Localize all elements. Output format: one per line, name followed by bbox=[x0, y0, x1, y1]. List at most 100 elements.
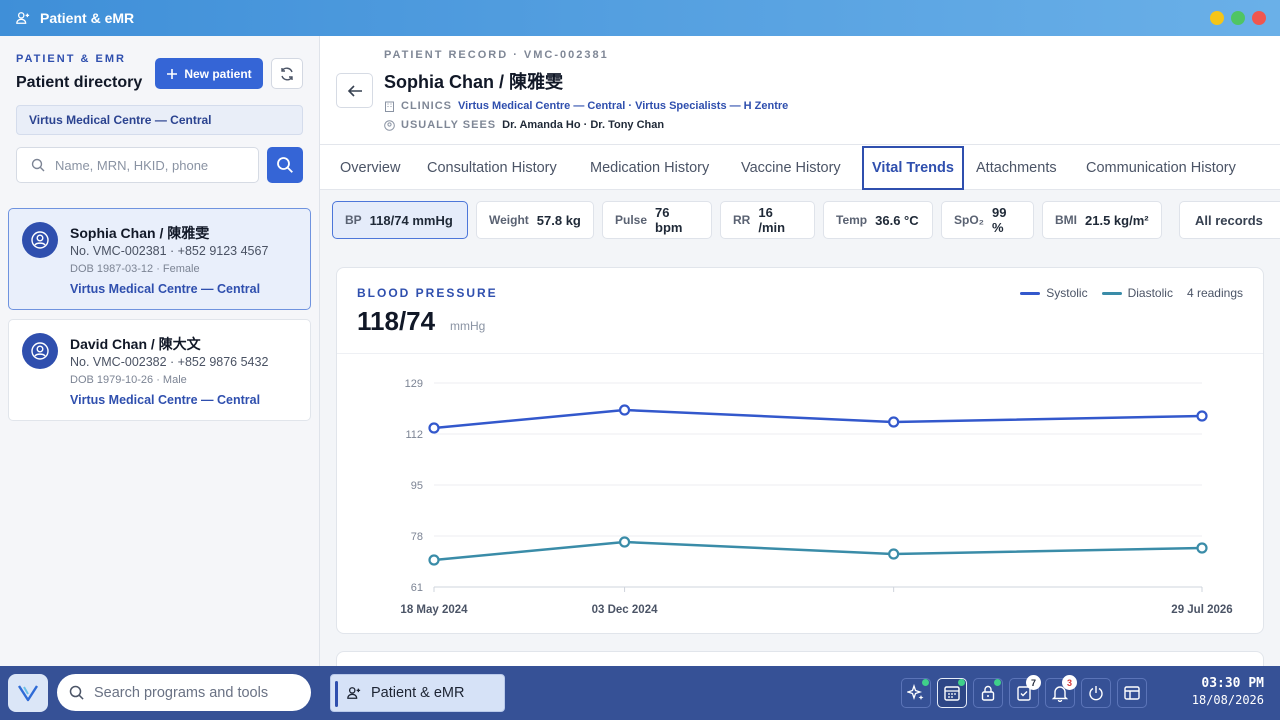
power-icon bbox=[1089, 686, 1103, 701]
tab-overview[interactable]: Overview bbox=[332, 145, 408, 190]
vital-label: Pulse bbox=[615, 213, 648, 227]
tray-lock[interactable] bbox=[970, 673, 1006, 713]
sidebar-kicker: PATIENT & EMR bbox=[16, 53, 126, 65]
window-title: Patient & eMR bbox=[40, 10, 135, 26]
taskbar-app-patient-emr[interactable]: Patient & eMR bbox=[330, 674, 505, 712]
patient-meta: No. VMC-002382 · +852 9876 5432 bbox=[70, 355, 269, 369]
taskbar-search[interactable] bbox=[57, 674, 311, 711]
x-tick-label: 18 May 2024 bbox=[400, 604, 468, 616]
data-point-systolic bbox=[1196, 410, 1208, 422]
taskbar-app-label: Patient & eMR bbox=[371, 685, 465, 701]
vital-value: 57.8 kg bbox=[536, 212, 581, 228]
legend-swatch-diastolic bbox=[1101, 291, 1122, 295]
record-header: PATIENT RECORD · VMC-002381 Sophia Chan … bbox=[320, 36, 1280, 144]
patient-app-icon bbox=[347, 687, 361, 699]
clinics-row: CLINICS Virtus Medical Centre — Central … bbox=[384, 100, 788, 112]
records-range-label: All records bbox=[1195, 212, 1263, 228]
clock-date: 18/08/2026 bbox=[1191, 693, 1264, 707]
card-divider bbox=[337, 353, 1263, 354]
vital-chip-spo2[interactable]: SpO₂ 99 % bbox=[941, 201, 1034, 239]
tab-medication-history[interactable]: Medication History bbox=[582, 145, 717, 190]
tray-tasks[interactable]: 7 bbox=[1006, 673, 1042, 713]
patient-search-input[interactable] bbox=[55, 157, 245, 173]
search-icon bbox=[277, 157, 293, 173]
tab-attachments[interactable]: Attachments bbox=[968, 145, 1065, 190]
clinic-selector[interactable]: Virtus Medical Centre — Central bbox=[16, 105, 303, 135]
tab-consultation-history[interactable]: Consultation History bbox=[419, 145, 565, 190]
vital-chip-weight[interactable]: Weight 57.8 kg bbox=[476, 201, 594, 239]
y-tick-label: 129 bbox=[405, 378, 423, 390]
clinics-label: CLINICS bbox=[401, 100, 452, 112]
record-tabs: Overview Consultation History Medication… bbox=[320, 144, 1280, 190]
status-dot bbox=[922, 679, 929, 686]
vital-value: 16 /min bbox=[758, 205, 786, 235]
patient-app-icon bbox=[16, 12, 30, 24]
y-tick-label: 95 bbox=[411, 480, 423, 492]
y-tick-label: 61 bbox=[411, 582, 423, 594]
vital-chip-bp[interactable]: BP 118/74 mmHg bbox=[332, 201, 468, 239]
vital-value: 36.6 °C bbox=[875, 212, 919, 228]
alerts-badge: 3 bbox=[1062, 675, 1077, 690]
sidebar-title: Patient directory bbox=[16, 74, 143, 91]
vital-label: BP bbox=[345, 213, 362, 227]
tab-communication-history[interactable]: Communication History bbox=[1078, 145, 1244, 190]
vital-chip-bmi[interactable]: BMI 21.5 kg/m² bbox=[1042, 201, 1162, 239]
minimize-button[interactable] bbox=[1210, 11, 1224, 25]
data-point-systolic bbox=[888, 416, 900, 428]
data-point-systolic bbox=[618, 404, 631, 416]
user-icon bbox=[31, 342, 49, 360]
search-icon bbox=[69, 685, 84, 700]
vital-value: 76 bpm bbox=[655, 205, 683, 235]
patient-card[interactable]: Sophia Chan / 陳雅雯 No. VMC-002381 · +852 … bbox=[8, 208, 311, 310]
vital-label: RR bbox=[733, 213, 751, 227]
record-label: PATIENT RECORD · VMC-002381 bbox=[384, 49, 609, 61]
patient-search-box[interactable] bbox=[16, 147, 259, 183]
calendar-icon bbox=[944, 686, 960, 701]
new-patient-button[interactable]: New patient bbox=[155, 58, 263, 89]
window-layout-icon bbox=[1124, 686, 1140, 700]
back-button[interactable] bbox=[336, 73, 373, 108]
chart-title: BLOOD PRESSURE bbox=[357, 286, 498, 300]
data-point-diastolic bbox=[888, 548, 900, 560]
legend-swatch-systolic bbox=[1020, 291, 1041, 295]
status-dot bbox=[994, 679, 1001, 686]
vital-label: Temp bbox=[836, 213, 868, 227]
tray-power[interactable] bbox=[1078, 673, 1114, 713]
tray-calendar[interactable] bbox=[934, 673, 970, 713]
patient-clinic: Virtus Medical Centre — Central bbox=[70, 282, 261, 296]
refresh-button[interactable] bbox=[271, 58, 303, 89]
y-tick-label: 112 bbox=[405, 429, 423, 441]
taskbar-clock[interactable]: 03:30 PM 18/08/2026 bbox=[1192, 676, 1264, 707]
avatar bbox=[22, 222, 58, 258]
usually-sees-label: USUALLY SEES bbox=[401, 119, 497, 131]
close-button[interactable] bbox=[1252, 11, 1266, 25]
plus-icon bbox=[167, 68, 178, 79]
status-dot bbox=[958, 679, 965, 686]
arrow-left-icon bbox=[347, 84, 362, 97]
patient-card[interactable]: David Chan / 陳大文 No. VMC-002382 · +852 9… bbox=[8, 319, 311, 421]
readings-count: 4 readings bbox=[1186, 286, 1243, 300]
tab-vaccine-history[interactable]: Vaccine History bbox=[733, 145, 849, 190]
search-button[interactable] bbox=[267, 147, 303, 183]
vital-value: 21.5 kg/m² bbox=[1085, 212, 1149, 228]
records-range-select[interactable]: All records bbox=[1179, 201, 1280, 239]
tab-vital-trends[interactable]: Vital Trends bbox=[862, 146, 964, 190]
clock-time: 03:30 PM bbox=[1201, 676, 1264, 691]
patient-clinic: Virtus Medical Centre — Central bbox=[70, 393, 261, 407]
vital-label: SpO₂ bbox=[954, 213, 984, 227]
building-icon bbox=[385, 101, 394, 112]
vital-label: Weight bbox=[489, 213, 529, 227]
legend-label-systolic: Systolic bbox=[1046, 286, 1088, 300]
data-point-diastolic bbox=[618, 536, 631, 548]
tray-notifications[interactable]: 3 bbox=[1042, 673, 1078, 713]
vital-chip-rr[interactable]: RR 16 /min bbox=[720, 201, 815, 239]
bp-unit: mmHg bbox=[450, 319, 486, 333]
maximize-button[interactable] bbox=[1231, 11, 1245, 25]
tray-layout[interactable] bbox=[1114, 673, 1150, 713]
tray-ai-assistant[interactable] bbox=[898, 673, 934, 713]
vital-chip-pulse[interactable]: Pulse 76 bpm bbox=[602, 201, 712, 239]
start-button[interactable] bbox=[8, 674, 48, 712]
taskbar-search-input[interactable] bbox=[94, 684, 294, 701]
vital-chip-temp[interactable]: Temp 36.6 °C bbox=[823, 201, 933, 239]
patient-record-panel: PATIENT RECORD · VMC-002381 Sophia Chan … bbox=[320, 36, 1280, 666]
